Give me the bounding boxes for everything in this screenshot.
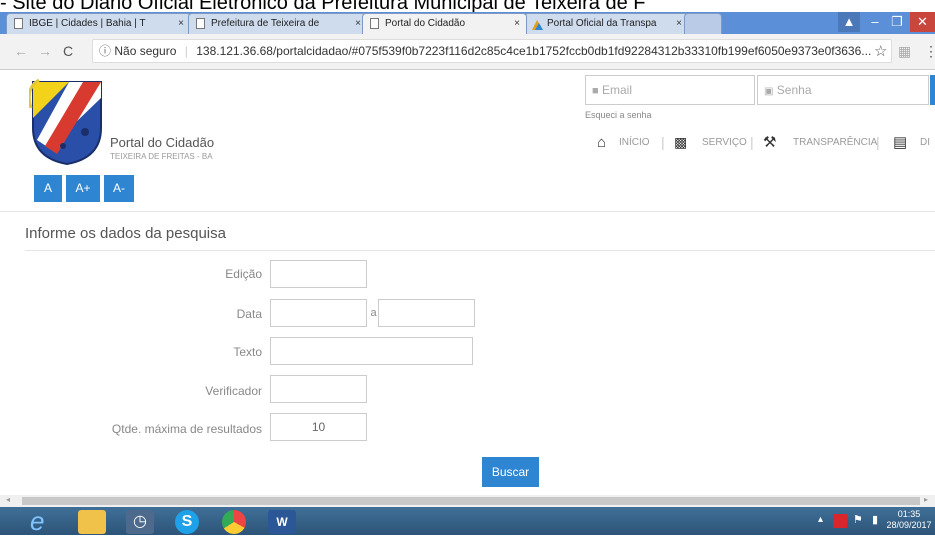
user-icon: ■ xyxy=(592,85,599,97)
edicao-input[interactable] xyxy=(270,260,367,288)
chat-icon[interactable]: ▩ xyxy=(674,134,687,151)
new-tab-button[interactable] xyxy=(684,13,722,34)
url-divider: | xyxy=(184,44,188,58)
reload-icon[interactable]: C xyxy=(63,43,73,59)
flag-icon[interactable]: ⚑ xyxy=(853,513,863,526)
header-divider xyxy=(0,211,935,212)
back-icon[interactable]: ← xyxy=(14,43,28,59)
close-window-icon[interactable]: ✕ xyxy=(910,12,935,32)
url-text: 138.121.36.68/portalcidadao/#075f539f0b7… xyxy=(196,44,872,58)
browser-tab-bar: IBGE | Cidades | Bahia | T × Prefeitura … xyxy=(0,12,935,34)
site-subtitle: TEIXEIRA DE FREITAS - BA xyxy=(110,152,213,161)
close-icon[interactable]: × xyxy=(355,14,361,34)
extension-icon[interactable]: ▦ xyxy=(898,43,911,60)
texto-label: Texto xyxy=(233,345,262,359)
login-button[interactable] xyxy=(930,75,935,105)
forward-icon[interactable]: → xyxy=(38,43,52,59)
close-icon[interactable]: × xyxy=(676,14,682,34)
clock-date: 28/09/2017 xyxy=(886,520,932,530)
scrollbar-thumb[interactable] xyxy=(22,497,920,505)
home-icon[interactable]: ⌂ xyxy=(597,134,606,151)
lock-icon: ▣ xyxy=(764,86,774,97)
nav-separator: | xyxy=(876,134,880,150)
windows-taskbar: e ◷ S W ▴ ⚑ ▮ 01:35 28/09/2017 xyxy=(0,507,935,535)
max-results-input[interactable]: 10 xyxy=(270,413,367,441)
bookmark-star-icon[interactable]: ☆ xyxy=(874,42,887,60)
data-label: Data xyxy=(236,307,262,321)
nav-transparencia[interactable]: TRANSPARÊNCIA xyxy=(793,137,877,148)
data-end-input[interactable] xyxy=(378,299,475,327)
clock-time: 01:35 xyxy=(897,509,921,519)
maximize-icon[interactable]: ❐ xyxy=(886,12,908,32)
tab-label: Prefeitura de Teixeira de xyxy=(211,18,320,29)
close-icon[interactable]: × xyxy=(514,14,520,34)
form-title: Informe os dados da pesquisa xyxy=(25,225,226,242)
verificador-input[interactable] xyxy=(270,375,367,403)
file-explorer-icon[interactable] xyxy=(78,510,106,534)
user-profile-icon[interactable]: ▲ xyxy=(838,12,860,32)
browser-tab-ibge[interactable]: IBGE | Cidades | Bahia | T × xyxy=(6,13,191,34)
date-range-separator: a xyxy=(370,307,377,319)
font-normal-button[interactable]: A xyxy=(34,175,62,202)
menu-icon[interactable]: ⋮ xyxy=(924,43,935,60)
tab-label: Portal Oficial da Transpa xyxy=(547,18,657,29)
browser-tab-transparencia[interactable]: Portal Oficial da Transpa × xyxy=(524,13,689,34)
page-icon xyxy=(14,18,23,29)
password-field[interactable]: ▣ Senha xyxy=(757,75,929,105)
nav-separator: | xyxy=(661,134,665,150)
close-icon[interactable]: × xyxy=(178,14,184,34)
nav-servico[interactable]: SERVIÇO xyxy=(702,137,747,148)
battery-icon[interactable]: ▮ xyxy=(872,513,878,526)
image-caption: - Site do Diário Oficial Eletrônico da P… xyxy=(0,0,646,12)
scroll-right-icon[interactable]: ▸ xyxy=(924,495,928,504)
tray-expand-icon[interactable]: ▴ xyxy=(818,514,823,525)
texto-input[interactable] xyxy=(270,337,473,365)
search-button[interactable]: Buscar xyxy=(482,457,539,487)
browser-tab-prefeitura[interactable]: Prefeitura de Teixeira de × xyxy=(188,13,368,34)
transparency-favicon-icon xyxy=(532,18,543,30)
nav-inicio[interactable]: INÍCIO xyxy=(619,137,650,148)
page-icon xyxy=(196,18,205,29)
page-content: Portal do Cidadão TEIXEIRA DE FREITAS - … xyxy=(0,70,935,495)
city-coat-of-arms-logo xyxy=(27,78,105,171)
skype-icon[interactable]: S xyxy=(175,510,199,534)
minimize-icon[interactable]: – xyxy=(864,12,886,32)
address-bar[interactable]: ⓘ Não seguro | 138.121.36.68/portalcidad… xyxy=(92,39,892,63)
font-decrease-button[interactable]: A- xyxy=(104,175,134,202)
email-placeholder: Email xyxy=(602,83,633,97)
tab-label: IBGE | Cidades | Bahia | T xyxy=(29,18,146,29)
page-icon xyxy=(370,18,379,29)
system-clock[interactable]: 01:35 28/09/2017 xyxy=(885,509,933,531)
scroll-left-icon[interactable]: ◂ xyxy=(6,495,10,504)
browser-toolbar: ← → C ⓘ Não seguro | 138.121.36.68/porta… xyxy=(0,34,935,70)
info-icon[interactable]: ⓘ xyxy=(99,44,111,58)
antivirus-icon[interactable] xyxy=(833,514,847,528)
form-title-divider xyxy=(25,250,935,251)
gavel-icon[interactable]: ⚒ xyxy=(763,133,776,151)
horizontal-scrollbar[interactable]: ◂ ▸ xyxy=(0,495,935,507)
newspaper-icon[interactable]: ▤ xyxy=(893,133,907,151)
chrome-icon[interactable] xyxy=(222,510,246,534)
email-field[interactable]: ■ Email xyxy=(585,75,755,105)
max-results-label: Qtde. máxima de resultados xyxy=(111,422,262,436)
nav-separator: | xyxy=(750,134,754,150)
font-increase-button[interactable]: A+ xyxy=(66,175,100,202)
data-start-input[interactable] xyxy=(270,299,367,327)
ie-icon[interactable]: e xyxy=(30,508,60,535)
security-label: Não seguro xyxy=(114,44,177,58)
clock-app-icon[interactable]: ◷ xyxy=(126,510,154,534)
site-title: Portal do Cidadão xyxy=(110,135,215,150)
verificador-label: Verificador xyxy=(205,384,262,398)
password-placeholder: Senha xyxy=(776,83,812,97)
tab-label: Portal do Cidadão xyxy=(385,18,466,29)
forgot-password-link[interactable]: Esqueci a senha xyxy=(585,110,652,120)
nav-diario[interactable]: DI xyxy=(920,137,930,148)
word-icon[interactable]: W xyxy=(268,510,296,534)
browser-tab-portal-cidadao[interactable]: Portal do Cidadão × xyxy=(362,13,527,34)
edicao-label: Edição xyxy=(225,267,262,281)
